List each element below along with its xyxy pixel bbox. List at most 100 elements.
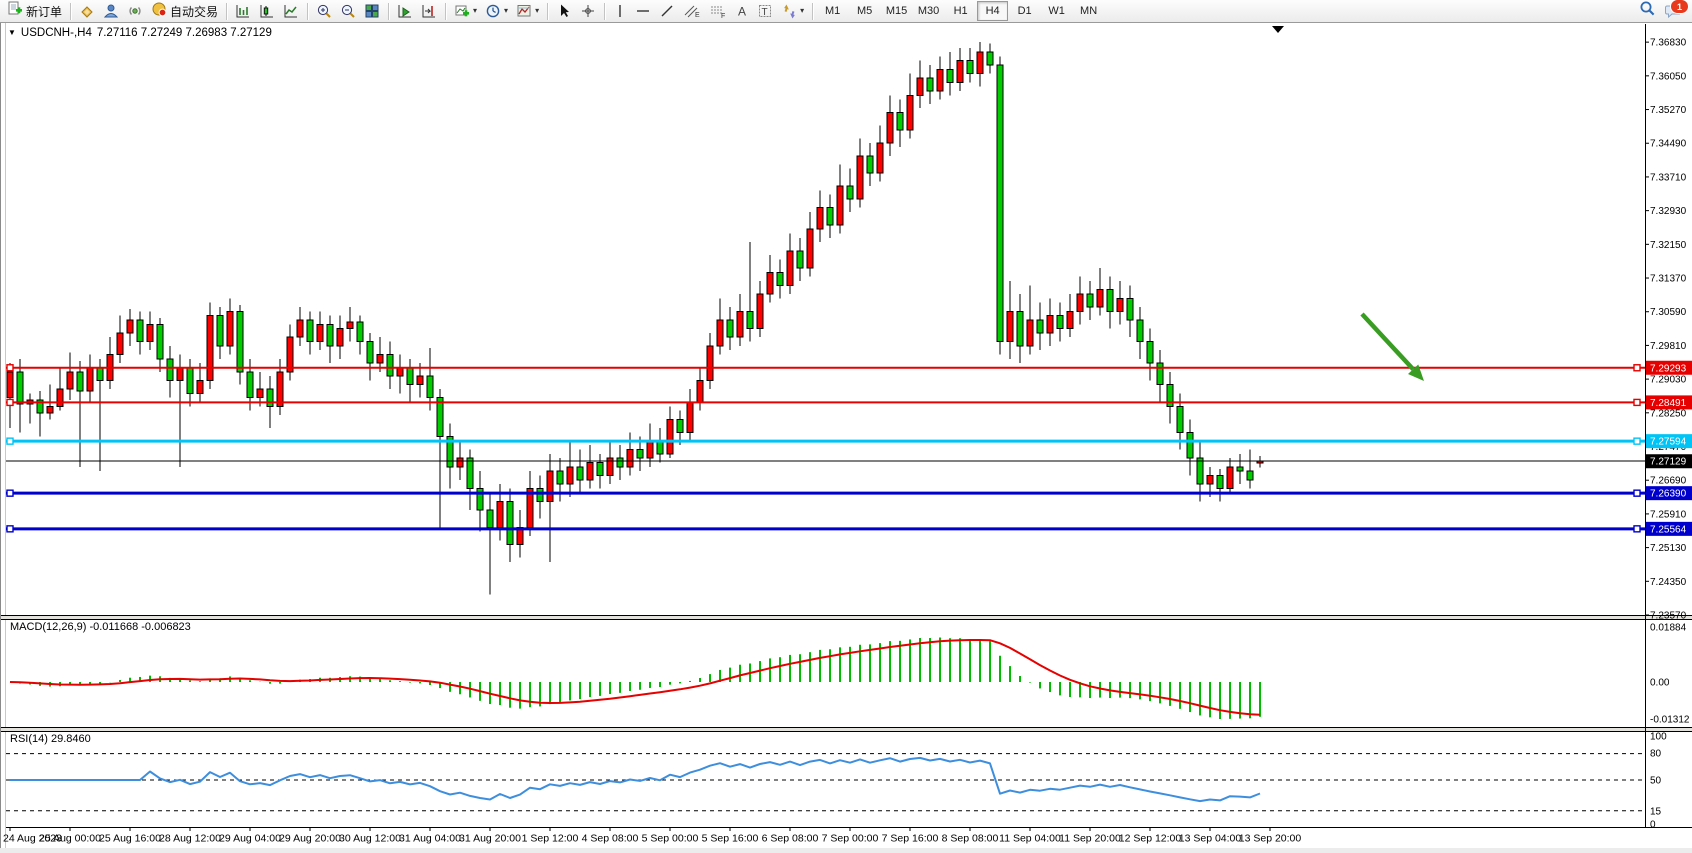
svg-text:7.30590: 7.30590 [1650,307,1687,318]
chart-dropdown-arrow[interactable]: ▼ [8,29,16,37]
rsi-indicator-label: RSI(14) 29.8460 [10,733,91,745]
toolbar: 新订单 自动交易 [0,0,1692,23]
svg-text:E: E [695,12,700,19]
dropdown-arrow-icon: ▾ [504,7,508,15]
zoom-in-icon [316,3,332,19]
horizontal-line-button[interactable] [631,0,655,22]
cursor-button[interactable] [552,0,576,22]
toolbar-separator [307,3,308,20]
line-chart-button[interactable] [279,0,303,22]
svg-text:5 Sep 16:00: 5 Sep 16:00 [702,833,759,845]
terminal-button[interactable] [123,0,147,22]
new-order-icon [7,1,23,22]
chart-canvas[interactable]: 7.368307.360507.352707.344907.337107.329… [0,0,1692,853]
svg-text:31 Aug 04:00: 31 Aug 04:00 [399,833,461,845]
svg-text:F: F [721,13,725,19]
crosshair-icon [580,3,596,19]
timeframe-button-M5[interactable]: M5 [849,1,880,21]
tile-windows-button[interactable] [360,0,384,22]
timeframe-button-M30[interactable]: M30 [913,1,944,21]
fibonacci-icon: F [709,3,727,19]
svg-text:7.35270: 7.35270 [1650,105,1687,116]
arrows-icon [781,3,797,19]
chart-header: ▼ USDCNH-,H4 7.27116 7.27249 7.26983 7.2… [8,27,272,39]
trendline-button[interactable] [655,0,679,22]
svg-text:13 Sep 04:00: 13 Sep 04:00 [1179,833,1242,845]
timeframe-button-MN[interactable]: MN [1073,1,1104,21]
auto-scroll-button[interactable] [393,0,417,22]
toolbar-separator [547,3,548,20]
svg-text:7.31370: 7.31370 [1650,274,1687,285]
symbol-label: USDCNH-,H4 [21,27,92,39]
svg-text:0: 0 [1650,820,1656,831]
market-watch-icon [79,3,95,19]
svg-text:13 Sep 20:00: 13 Sep 20:00 [1239,833,1302,845]
vertical-line-button[interactable] [609,0,631,22]
arrows-button[interactable]: ▾ [777,0,808,22]
svg-text:7.28491: 7.28491 [1650,398,1687,409]
line-chart-icon [283,3,299,19]
svg-text:7.28250: 7.28250 [1650,408,1687,419]
svg-text:4 Sep 08:00: 4 Sep 08:00 [582,833,639,845]
svg-text:11 Sep 04:00: 11 Sep 04:00 [999,833,1061,845]
timeframe-button-M15[interactable]: M15 [881,1,912,21]
search-button[interactable] [1639,0,1656,22]
timeframe-button-M1[interactable]: M1 [817,1,848,21]
navigator-button[interactable] [99,0,123,22]
vertical-line-icon [613,3,627,19]
new-order-button[interactable]: 新订单 [3,0,66,22]
svg-text:7.36050: 7.36050 [1650,71,1687,82]
svg-text:30 Aug 12:00: 30 Aug 12:00 [339,833,401,845]
templates-button[interactable]: ▾ [512,0,543,22]
equidistant-channel-button[interactable]: E [679,0,705,22]
svg-text:T: T [762,7,768,18]
svg-text:29 Aug 04:00: 29 Aug 04:00 [219,833,281,845]
candlestick-chart-button[interactable] [255,0,279,22]
tile-windows-icon [364,3,380,19]
zoom-out-button[interactable] [336,0,360,22]
navigator-icon [103,3,119,19]
bar-chart-button[interactable] [231,0,255,22]
svg-text:7.36830: 7.36830 [1650,38,1687,49]
timeframe-button-H1[interactable]: H1 [945,1,976,21]
text-icon: A [735,3,749,19]
timeframe-button-W1[interactable]: W1 [1041,1,1072,21]
quote-ohlc-label: 7.27116 7.27249 7.26983 7.27129 [97,27,272,39]
bar-chart-icon [235,3,251,19]
svg-text:1 Sep 12:00: 1 Sep 12:00 [522,833,579,845]
timeframe-button-H4[interactable]: H4 [977,1,1008,21]
svg-text:25 Aug 00:00: 25 Aug 00:00 [39,833,101,845]
text-label-button[interactable]: T [753,0,777,22]
svg-text:7 Sep 00:00: 7 Sep 00:00 [822,833,879,845]
toolbar-separator [604,3,605,20]
chart-shift-icon [421,3,437,19]
crosshair-button[interactable] [576,0,600,22]
indicators-button[interactable]: ▾ [450,0,481,22]
timeframe-button-D1[interactable]: D1 [1009,1,1040,21]
notifications-button[interactable]: 1 [1664,3,1682,19]
auto-trading-label: 自动交易 [170,3,218,20]
zoom-in-button[interactable] [312,0,336,22]
svg-text:50: 50 [1650,776,1662,787]
svg-text:80: 80 [1650,749,1662,760]
search-icon [1639,0,1656,17]
text-button[interactable]: A [731,0,753,22]
toolbar-separator [812,3,813,20]
periods-button[interactable]: ▾ [481,0,512,22]
svg-text:29 Aug 20:00: 29 Aug 20:00 [279,833,341,845]
svg-text:100: 100 [1650,732,1667,743]
svg-text:7.34490: 7.34490 [1650,139,1687,150]
notification-badge: 1 [1670,0,1689,14]
toolbar-right-icons: 1 [1639,0,1692,22]
indicators-icon [454,3,470,19]
toolbar-separator [388,3,389,20]
clock-icon [485,3,501,19]
svg-text:25 Aug 16:00: 25 Aug 16:00 [99,833,161,845]
auto-trading-button[interactable]: 自动交易 [147,0,222,22]
chart-shift-button[interactable] [417,0,441,22]
svg-text:7.24350: 7.24350 [1650,577,1687,588]
svg-text:8 Sep 08:00: 8 Sep 08:00 [942,833,999,845]
market-watch-button[interactable] [75,0,99,22]
fibonacci-button[interactable]: F [705,0,731,22]
svg-text:12 Sep 12:00: 12 Sep 12:00 [1119,833,1182,845]
